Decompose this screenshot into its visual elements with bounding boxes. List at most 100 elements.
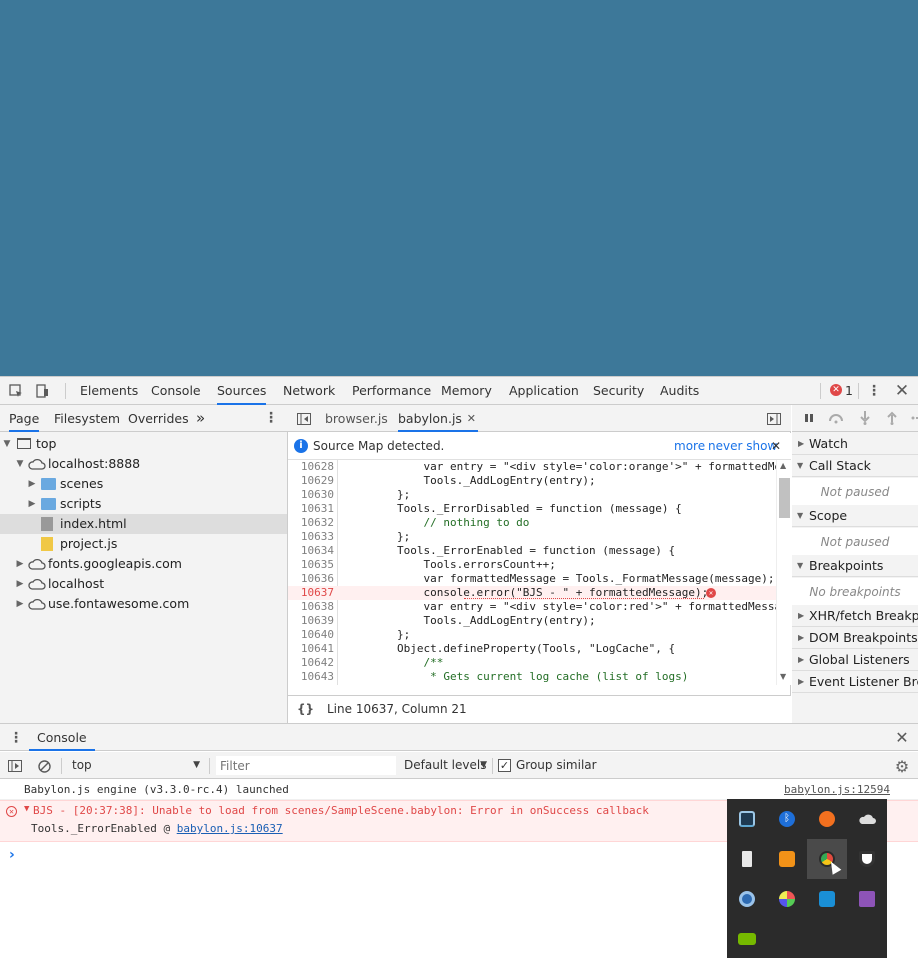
line-number[interactable]: 10630 [288,488,334,502]
step-icon[interactable] [908,411,918,425]
console-filter-input[interactable] [216,756,396,775]
tree-item-scenes[interactable]: ▶ scenes [0,474,287,494]
tab-console[interactable]: Console [151,377,201,405]
code-line[interactable]: 10632 // nothing to do [288,516,776,530]
code-line[interactable]: 10637 console.error("BJS - " + formatted… [288,586,776,600]
tree-item-scripts[interactable]: ▶ scripts [0,494,287,514]
scroll-up-icon[interactable]: ▲ [780,461,786,470]
inspect-element-icon[interactable] [8,383,24,399]
line-number[interactable]: 10643 [288,670,334,684]
stack-frame-link[interactable]: babylon.js:10637 [177,822,283,835]
scroll-down-icon[interactable]: ▼ [780,672,786,681]
code-line[interactable]: 10643 * Gets current log cache (list of … [288,670,776,684]
code-line[interactable]: 10644 [288,684,776,685]
more-tabs-icon[interactable]: » [196,405,205,432]
tab-network[interactable]: Network [283,377,335,405]
code-line[interactable]: 10641 Object.defineProperty(Tools, "LogC… [288,642,776,656]
chrome-icon[interactable] [807,839,847,879]
bluetooth-icon[interactable]: ᛒ [767,799,807,839]
tab-overrides[interactable]: Overrides [128,405,189,432]
expand-error-icon[interactable]: ▼ [24,804,29,814]
kebab-menu-icon[interactable]: ⋮ [866,383,882,399]
step-into-icon[interactable] [858,411,872,425]
steam-icon[interactable] [727,879,767,919]
inline-error-icon[interactable]: ✕ [706,588,716,598]
code-line[interactable]: 10631 Tools._ErrorDisabled = function (m… [288,502,776,516]
drawer-menu-icon[interactable]: ⋮ [8,730,24,746]
tree-item-top[interactable]: ▼ top [0,434,287,454]
sublime-icon[interactable] [767,839,807,879]
code-line[interactable]: 10636 var formattedMessage = Tools._Form… [288,572,776,586]
tree-item-localhost[interactable]: ▶ localhost [0,574,287,594]
code-area[interactable]: 10628 var entry = "<div style='color:ora… [288,460,776,685]
line-number[interactable]: 10636 [288,572,334,586]
tab-filesystem[interactable]: Filesystem [54,405,120,432]
line-number[interactable]: 10628 [288,460,334,474]
error-count-icon[interactable]: ✕ [830,384,842,396]
code-line[interactable]: 10628 var entry = "<div style='color:ora… [288,460,776,474]
usb-icon[interactable] [727,839,767,879]
editor-tab-browser-js[interactable]: browser.js [325,405,388,432]
message-source-link[interactable]: babylon.js:12594 [784,780,890,800]
infobar-never-show-link[interactable]: never show [708,433,777,460]
collapse-triangle-icon[interactable]: ▶ [15,594,25,614]
collapse-triangle-icon[interactable]: ▶ [27,474,37,494]
line-number[interactable]: 10635 [288,558,334,572]
code-line[interactable]: 10629 Tools._AddLogEntry(entry); [288,474,776,488]
infobar-more-link[interactable]: more [674,433,705,460]
close-tab-icon[interactable]: ✕ [467,405,476,432]
vertical-scrollbar[interactable]: ▲ ▼ [776,460,791,685]
line-number[interactable]: 10634 [288,544,334,558]
context-selector[interactable]: top ▼ [68,756,204,775]
editor-icon[interactable] [807,879,847,919]
tree-item-use-fontawesome[interactable]: ▶ use.fontawesome.com [0,594,287,614]
tab-performance[interactable]: Performance [352,377,431,405]
tab-security[interactable]: Security [593,377,644,405]
onenote-icon[interactable] [847,879,887,919]
expand-triangle-icon[interactable]: ▼ [15,454,25,474]
tab-sources[interactable]: Sources [217,377,267,405]
navigator-menu-icon[interactable]: ⋮ [263,410,279,426]
settings-gear-icon[interactable]: ⚙ [893,757,911,776]
onedrive-icon[interactable] [847,799,887,839]
tab-application[interactable]: Application [509,377,579,405]
line-number[interactable]: 10629 [288,474,334,488]
toggle-navigator-icon[interactable] [296,411,312,427]
code-line[interactable]: 10635 Tools.errorsCount++; [288,558,776,572]
section-dom-breakpoints[interactable]: ▶ DOM Breakpoints [792,627,918,649]
code-line[interactable]: 10634 Tools._ErrorEnabled = function (me… [288,544,776,558]
line-number[interactable]: 10640 [288,628,334,642]
group-similar-checkbox[interactable]: ✓ [498,759,511,772]
close-drawer-icon[interactable]: ✕ [893,728,911,747]
collapse-triangle-icon[interactable]: ▶ [15,554,25,574]
section-breakpoints[interactable]: ▼ Breakpoints [792,555,918,577]
code-line[interactable]: 10630 }; [288,488,776,502]
close-icon[interactable]: ✕ [893,381,911,401]
collapse-triangle-icon[interactable]: ▶ [27,494,37,514]
monitor-icon[interactable] [727,799,767,839]
line-number[interactable]: 10633 [288,530,334,544]
tab-memory[interactable]: Memory [441,377,492,405]
code-line[interactable]: 10640 }; [288,628,776,642]
line-number[interactable]: 10641 [288,642,334,656]
log-levels-dropdown[interactable]: Default levels ▼ [404,756,490,775]
color-icon[interactable] [767,879,807,919]
tab-elements[interactable]: Elements [80,377,138,405]
device-toolbar-icon[interactable] [34,383,50,399]
section-watch[interactable]: ▶ Watch [792,433,918,455]
section-event-listener-breakpoints[interactable]: ▶ Event Listener Breakp [792,671,918,693]
code-line[interactable]: 10642 /** [288,656,776,670]
line-number[interactable]: 10631 [288,502,334,516]
tree-item-localhost-8888[interactable]: ▼ localhost:8888 [0,454,287,474]
collapse-triangle-icon[interactable]: ▶ [15,574,25,594]
pause-icon[interactable] [802,411,816,425]
section-global-listeners[interactable]: ▶ Global Listeners [792,649,918,671]
pretty-print-icon[interactable]: {} [297,696,314,723]
drawer-tab-console[interactable]: Console [29,724,95,751]
section-scope[interactable]: ▼ Scope [792,505,918,527]
step-out-icon[interactable] [885,411,899,425]
tab-page[interactable]: Page [9,405,40,432]
expand-triangle-icon[interactable]: ▼ [2,434,12,454]
section-xhr-breakpoints[interactable]: ▶ XHR/fetch Breakpoin [792,605,918,627]
code-line[interactable]: 10633 }; [288,530,776,544]
